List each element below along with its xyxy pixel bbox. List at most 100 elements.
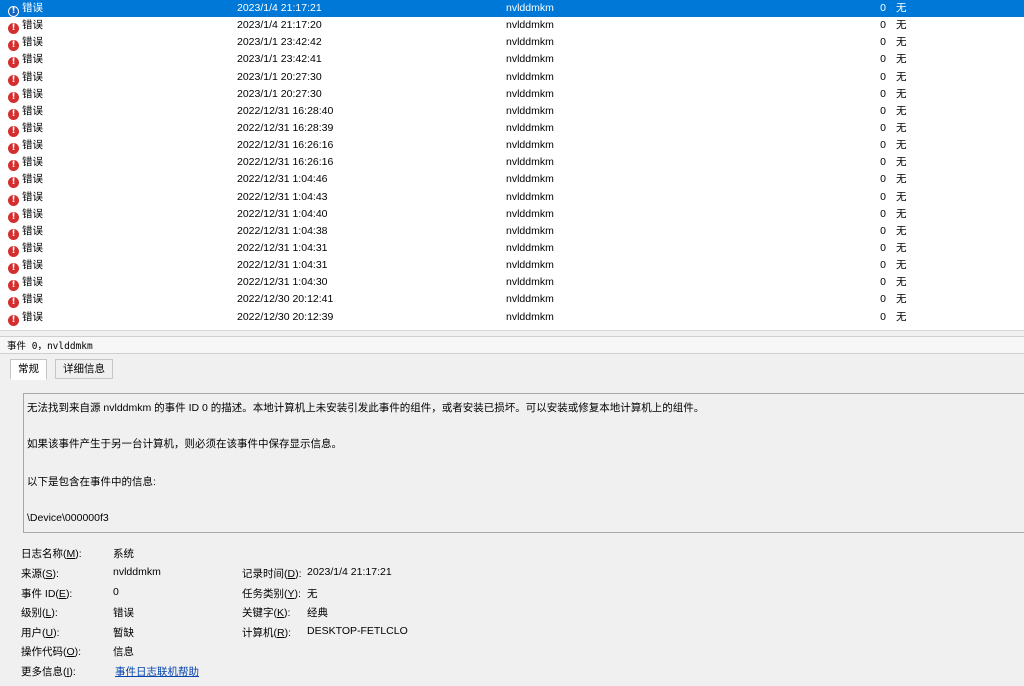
event-id: 0 bbox=[880, 276, 886, 289]
tab-details[interactable]: 详细信息 bbox=[55, 359, 113, 379]
event-list[interactable]: ! 错误 2023/1/4 21:17:21 nvlddmkm 0 无! 错误 2023/1/… bbox=[0, 0, 1024, 331]
event-row[interactable]: ! 错误 2022/12/31 1:04:31 nvlddmkm 0 无 bbox=[0, 257, 1024, 275]
event-id: 0 bbox=[880, 156, 886, 169]
event-level: ! 错误 bbox=[8, 154, 208, 172]
error-icon: ! bbox=[8, 280, 19, 292]
event-level: ! 错误 bbox=[8, 69, 208, 86]
event-id: 0 bbox=[880, 241, 886, 254]
event-source: nvlddmkm bbox=[506, 121, 554, 134]
event-row[interactable]: ! 错误 2022/12/31 1:04:40 nvlddmkm 0 无 bbox=[0, 206, 1024, 223]
error-icon: ! bbox=[8, 6, 19, 17]
event-task-category: 无 bbox=[896, 139, 907, 152]
error-icon: ! bbox=[8, 194, 19, 206]
event-row[interactable]: ! 错误 2022/12/31 1:04:30 nvlddmkm 0 无 bbox=[0, 274, 1024, 292]
event-id: 0 bbox=[880, 53, 886, 66]
more-info-label: 更多信息(I): bbox=[21, 666, 76, 678]
event-row[interactable]: ! 错误 2022/12/31 1:04:38 nvlddmkm 0 无 bbox=[0, 223, 1024, 240]
event-date: 2022/12/31 16:26:16 bbox=[237, 156, 334, 169]
event-source: nvlddmkm bbox=[506, 241, 554, 254]
event-task-category: 无 bbox=[896, 19, 907, 32]
event-task-category: 无 bbox=[896, 53, 907, 66]
event-level-text: 错误 bbox=[22, 104, 43, 117]
event-id: 0 bbox=[880, 87, 886, 100]
error-icon: ! bbox=[8, 228, 19, 240]
event-level-text: 错误 bbox=[22, 276, 43, 289]
event-id-label: 事件 ID(E): bbox=[21, 588, 73, 600]
error-icon: ! bbox=[8, 160, 19, 172]
event-source: nvlddmkm bbox=[506, 276, 554, 289]
event-date: 2023/1/1 23:42:41 bbox=[237, 53, 322, 66]
event-source: nvlddmkm bbox=[506, 259, 554, 272]
event-task-category: 无 bbox=[896, 207, 907, 220]
event-description[interactable]: 无法找到来自源 nvlddmkm 的事件 ID 0 的描述。本地计算机上未安装引… bbox=[23, 393, 1024, 533]
event-id: 0 bbox=[880, 173, 886, 186]
event-row[interactable]: ! 错误 2022/12/30 20:12:39 nvlddmkm 0 无 bbox=[0, 309, 1024, 326]
event-level: ! 错误 bbox=[8, 34, 208, 52]
event-level-text: 错误 bbox=[22, 70, 43, 83]
event-id: 0 bbox=[880, 121, 886, 134]
event-row[interactable]: ! 错误 2022/12/31 1:04:43 nvlddmkm 0 无 bbox=[0, 189, 1024, 206]
event-date: 2022/12/31 1:04:31 bbox=[237, 259, 328, 272]
computer-label: 计算机(R): bbox=[242, 627, 292, 639]
event-row[interactable]: ! 错误 2022/12/31 16:28:40 nvlddmkm 0 无 bbox=[0, 103, 1024, 120]
event-row[interactable]: ! 错误 2023/1/1 20:27:30 nvlddmkm 0 无 bbox=[0, 69, 1024, 86]
event-log-help-link[interactable]: 事件日志联机帮助 bbox=[115, 664, 199, 679]
event-task-category: 无 bbox=[896, 190, 907, 203]
event-row[interactable]: ! 错误 2023/1/1 23:42:41 nvlddmkm 0 无 bbox=[0, 51, 1024, 69]
event-source: nvlddmkm bbox=[506, 190, 554, 203]
error-icon: ! bbox=[8, 177, 19, 189]
event-date: 2022/12/31 1:04:31 bbox=[237, 241, 328, 254]
event-date: 2022/12/31 16:28:40 bbox=[237, 104, 334, 117]
event-row[interactable]: ! 错误 2023/1/4 21:17:20 nvlddmkm 0 无 bbox=[0, 17, 1024, 35]
event-date: 2022/12/30 20:12:41 bbox=[237, 293, 334, 306]
event-id: 0 bbox=[880, 207, 886, 220]
event-source: nvlddmkm bbox=[506, 139, 554, 152]
error-icon: ! bbox=[8, 74, 19, 86]
task-category-label: 任务类别(Y): bbox=[242, 588, 301, 600]
source-label: 来源(S): bbox=[21, 568, 59, 580]
event-row[interactable]: ! 错误 2022/12/31 16:26:16 nvlddmkm 0 无 bbox=[0, 154, 1024, 172]
event-row[interactable]: ! 错误 2022/12/31 16:28:39 nvlddmkm 0 无 bbox=[0, 120, 1024, 137]
event-row[interactable]: ! 错误 2023/1/1 23:42:42 nvlddmkm 0 无 bbox=[0, 34, 1024, 52]
event-id: 0 bbox=[880, 70, 886, 83]
event-level: ! 错误 bbox=[8, 189, 208, 206]
event-level: ! 错误 bbox=[8, 274, 208, 292]
event-date: 2022/12/31 1:04:30 bbox=[237, 276, 328, 289]
error-icon: ! bbox=[8, 314, 19, 326]
event-source: nvlddmkm bbox=[506, 173, 554, 186]
event-source: nvlddmkm bbox=[506, 207, 554, 220]
event-row[interactable]: ! 错误 2023/1/1 20:27:30 nvlddmkm 0 无 bbox=[0, 86, 1024, 103]
task-category-value: 无 bbox=[307, 588, 318, 600]
event-source: nvlddmkm bbox=[506, 104, 554, 117]
event-task-category: 无 bbox=[896, 121, 907, 134]
event-level-text: 错误 bbox=[22, 259, 43, 272]
event-row[interactable]: ! 错误 2022/12/31 1:04:31 nvlddmkm 0 无 bbox=[0, 240, 1024, 257]
tab-general[interactable]: 常规 bbox=[10, 359, 47, 380]
user-value: 暂缺 bbox=[113, 627, 134, 639]
description-line: 如果该事件产生于另一台计算机，则必须在该事件中保存显示信息。 bbox=[27, 438, 342, 450]
event-id-value: 0 bbox=[113, 586, 119, 598]
event-level: ! 错误 bbox=[8, 171, 208, 189]
event-date: 2023/1/1 23:42:42 bbox=[237, 36, 322, 49]
event-row[interactable]: ! 错误 2022/12/30 20:12:41 nvlddmkm 0 无 bbox=[0, 291, 1024, 309]
error-icon: ! bbox=[8, 143, 19, 155]
event-id: 0 bbox=[880, 19, 886, 32]
event-source: nvlddmkm bbox=[506, 293, 554, 306]
event-id: 0 bbox=[880, 190, 886, 203]
event-task-category: 无 bbox=[896, 224, 907, 237]
level-label: 级别(L): bbox=[21, 607, 58, 619]
event-date: 2023/1/4 21:17:20 bbox=[237, 19, 322, 32]
description-line: 以下是包含在事件中的信息: bbox=[27, 476, 156, 488]
error-icon: ! bbox=[8, 263, 19, 275]
error-icon: ! bbox=[8, 91, 19, 103]
event-level-text: 错误 bbox=[22, 224, 43, 237]
user-label: 用户(U): bbox=[21, 627, 60, 639]
event-row[interactable]: ! 错误 2023/1/4 21:17:21 nvlddmkm 0 无 bbox=[0, 0, 1024, 18]
event-level: ! 错误 bbox=[8, 223, 208, 240]
event-row[interactable]: ! 错误 2022/12/31 16:26:16 nvlddmkm 0 无 bbox=[0, 137, 1024, 155]
event-level-text: 错误 bbox=[22, 173, 43, 186]
event-row[interactable]: ! 错误 2022/12/31 1:04:46 nvlddmkm 0 无 bbox=[0, 171, 1024, 189]
logged-label: 记录时间(D): bbox=[242, 568, 302, 580]
logged-value: 2023/1/4 21:17:21 bbox=[307, 566, 392, 578]
error-icon: ! bbox=[8, 57, 19, 69]
